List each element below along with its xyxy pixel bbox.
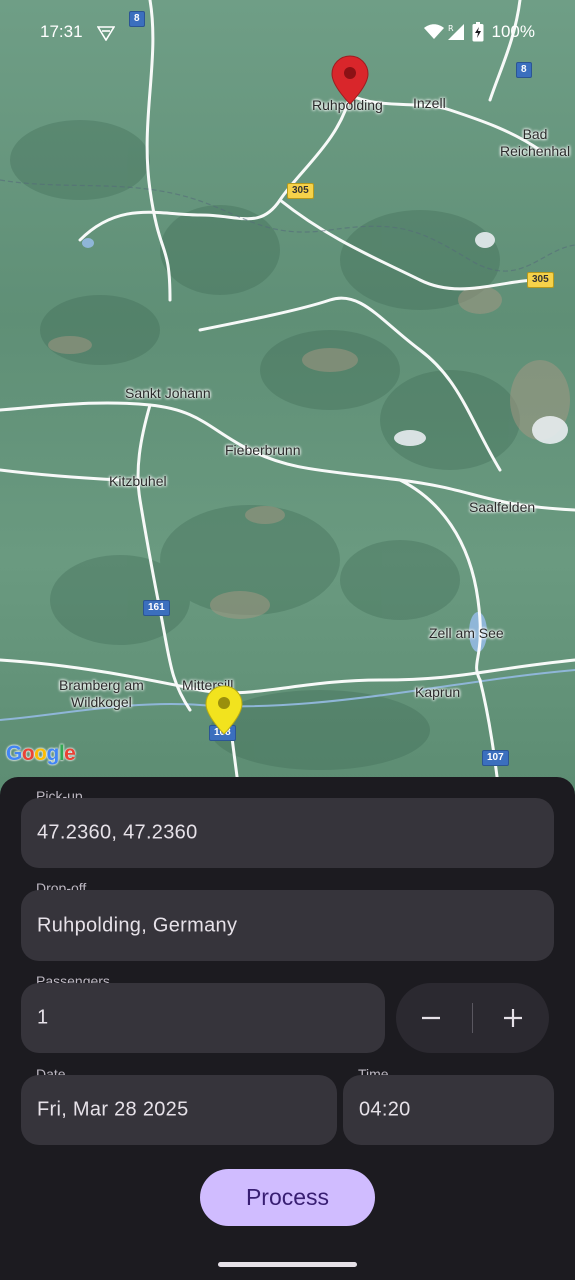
map-view[interactable]: Ruhpolding Inzell Bad Reichenhal Sankt J…: [0, 0, 575, 800]
map-label-zell-am-see: Zell am See: [429, 625, 504, 641]
decrement-button[interactable]: [396, 983, 466, 1053]
road-shield-305: 305: [527, 272, 554, 288]
increment-button[interactable]: [478, 983, 548, 1053]
date-field[interactable]: Fri, Mar 28 2025: [21, 1075, 337, 1145]
vpn-shield-icon: [97, 26, 115, 41]
map-label-kaprun: Kaprun: [415, 684, 461, 700]
google-logo: Google: [6, 742, 76, 765]
map-label-kitzbuhel: Kitzbuhel: [109, 473, 167, 489]
road-shield-107: 107: [482, 750, 509, 766]
pickup-value: 47.2360, 47.2360: [37, 821, 198, 844]
passengers-value: 1: [37, 1006, 49, 1029]
pickup-pin-icon[interactable]: [205, 685, 243, 735]
status-time: 17:31: [40, 22, 83, 41]
time-value: 04:20: [359, 1098, 411, 1121]
battery-percent: 100%: [491, 22, 535, 41]
svg-text:R: R: [448, 24, 454, 33]
map-label-saalfelden: Saalfelden: [469, 499, 536, 515]
pickup-field[interactable]: 47.2360, 47.2360: [21, 798, 554, 868]
map-label-bramberg: Bramberg am Wildkogel: [59, 677, 144, 710]
map-label-sankt-johann: Sankt Johann: [125, 385, 211, 401]
process-button[interactable]: Process: [200, 1169, 375, 1226]
road-shield-305: 305: [287, 183, 314, 199]
passenger-stepper: [396, 983, 549, 1053]
road-shield-161: 161: [143, 600, 170, 616]
stepper-divider: [472, 1003, 473, 1033]
date-value: Fri, Mar 28 2025: [37, 1098, 189, 1121]
time-field[interactable]: 04:20: [343, 1075, 554, 1145]
battery-icon: [472, 22, 484, 42]
status-bar: 17:31 R 100%: [0, 0, 575, 64]
plus-icon: [504, 1009, 522, 1027]
dropoff-value: Ruhpolding, Germany: [37, 914, 238, 936]
map-label-inzell: Inzell: [413, 95, 446, 111]
passengers-field[interactable]: 1: [21, 983, 385, 1053]
cellular-signal-icon: R: [448, 24, 464, 40]
road-shield-8: 8: [516, 62, 532, 78]
gesture-nav-handle[interactable]: [218, 1262, 357, 1267]
map-label-fieberbrunn: Fieberbrunn: [225, 442, 301, 458]
dropoff-field[interactable]: Ruhpolding, Germany: [21, 890, 554, 961]
minus-icon: [422, 1016, 440, 1020]
map-label-bad-reichenhall: Bad Reichenhal: [500, 126, 571, 159]
wifi-icon: [424, 24, 444, 39]
